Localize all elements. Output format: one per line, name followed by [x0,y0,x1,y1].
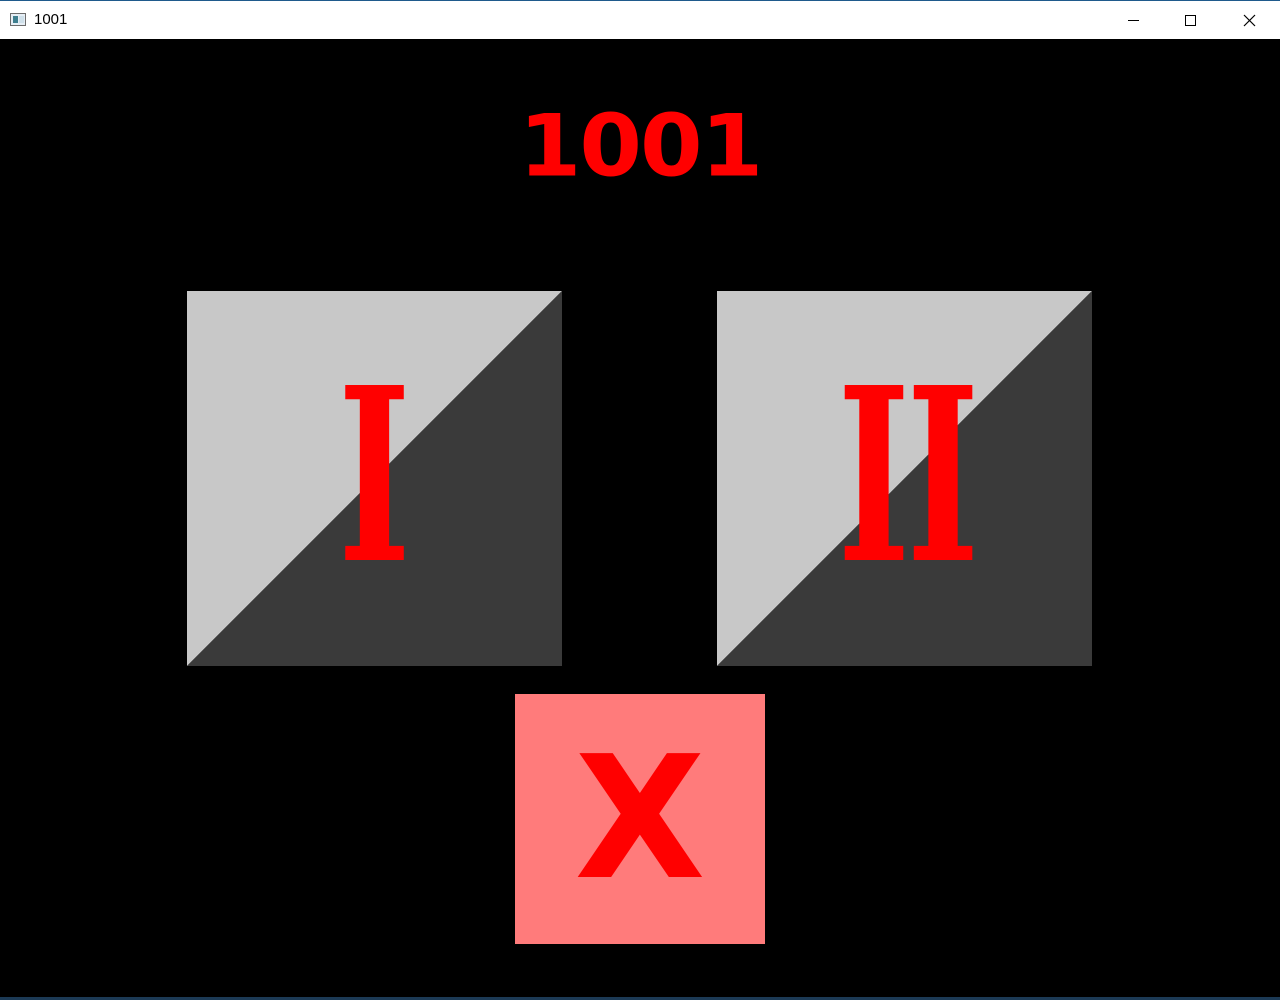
maximize-button[interactable] [1162,2,1220,40]
window-title: 1001 [34,11,68,28]
close-icon [1243,14,1256,27]
app-window-icon [10,13,26,26]
mode-one-label: I [337,335,411,617]
exit-label: X [574,720,706,918]
mode-two-button[interactable]: II [717,291,1092,666]
game-window: 1001 1001 I II X [0,0,1280,1000]
exit-button[interactable]: X [515,694,765,944]
maximize-icon [1185,15,1196,26]
mode-one-button[interactable]: I [187,291,562,666]
mode-two-label: II [837,335,979,617]
minimize-icon [1128,20,1139,21]
close-button[interactable] [1220,2,1278,40]
game-title-logo: 1001 [518,96,764,197]
window-titlebar[interactable]: 1001 [0,1,1280,39]
minimize-button[interactable] [1104,2,1162,40]
